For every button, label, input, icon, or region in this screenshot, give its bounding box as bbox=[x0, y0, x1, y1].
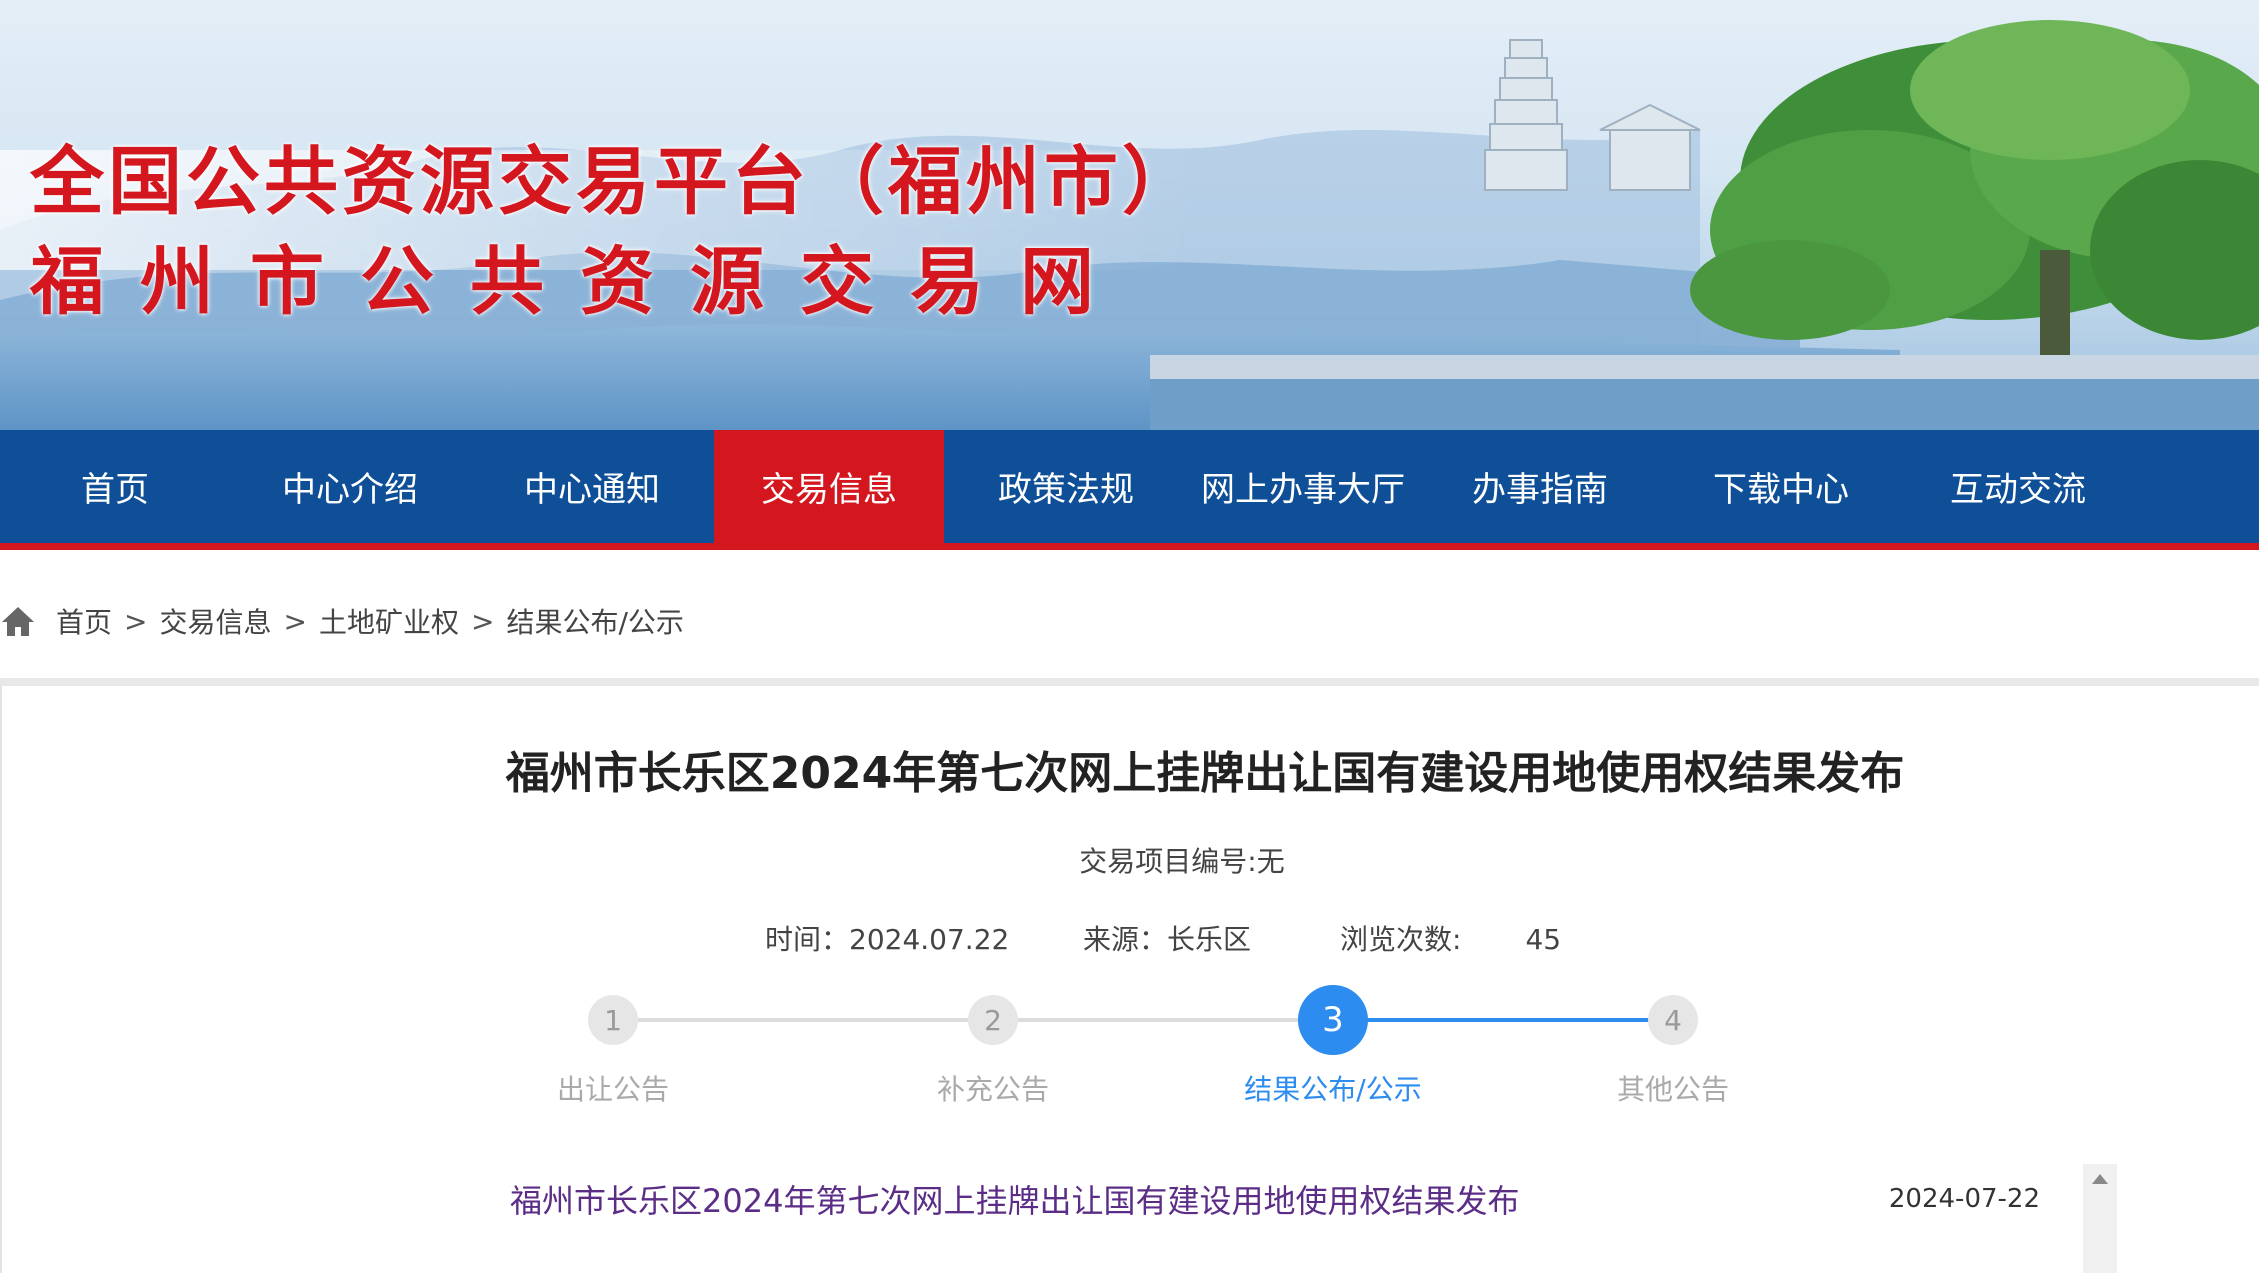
project-number: 交易项目编号:无 bbox=[1079, 845, 1285, 878]
nav-item-trade-info[interactable]: 交易信息 bbox=[714, 430, 944, 543]
nav-divider bbox=[0, 543, 2259, 550]
step-3-label[interactable]: 结果公布/公示 bbox=[1203, 1068, 1463, 1108]
step-2-circle[interactable]: 2 bbox=[968, 995, 1018, 1045]
view-count: 浏览次数: 45 bbox=[1340, 918, 1561, 958]
step-connector-active bbox=[1333, 1018, 1673, 1022]
nav-item-policy[interactable]: 政策法规 bbox=[944, 430, 1188, 543]
breadcrumb-results[interactable]: 结果公布/公示 bbox=[506, 601, 683, 641]
source: 来源：长乐区 bbox=[1083, 918, 1251, 958]
header-banner: 全国公共资源交易平台（福州市） 福州市公共资源交易网 bbox=[0, 0, 2259, 430]
time-label: 时间： bbox=[765, 923, 850, 956]
banner-title-line2: 福州市公共资源交易网 bbox=[30, 239, 1130, 325]
step-4-circle[interactable]: 4 bbox=[1648, 995, 1698, 1045]
nav-item-online-hall[interactable]: 网上办事大厅 bbox=[1188, 430, 1418, 543]
step-3-circle[interactable]: 3 bbox=[1298, 985, 1368, 1055]
home-icon[interactable] bbox=[0, 604, 36, 638]
list-item: 福州市长乐区2024年第七次网上挂牌出让国有建设用地使用权结果发布 2024-0… bbox=[510, 1174, 2040, 1224]
views-label: 浏览次数: bbox=[1340, 923, 1462, 956]
main-nav: 首页 中心介绍 中心通知 交易信息 政策法规 网上办事大厅 办事指南 下载中心 … bbox=[0, 430, 2259, 543]
source-value: 长乐区 bbox=[1167, 923, 1252, 956]
breadcrumb-separator: > bbox=[470, 604, 495, 638]
step-2-label[interactable]: 补充公告 bbox=[863, 1068, 1123, 1108]
breadcrumb-trade-info[interactable]: 交易信息 bbox=[159, 601, 271, 641]
breadcrumb-separator: > bbox=[283, 604, 307, 638]
breadcrumb-divider bbox=[0, 678, 2259, 686]
nav-item-home[interactable]: 首页 bbox=[0, 430, 230, 543]
breadcrumb-separator: > bbox=[124, 604, 148, 638]
views-value: 45 bbox=[1525, 923, 1562, 956]
scroll-up-icon[interactable] bbox=[2092, 1174, 2108, 1184]
publish-time: 时间：2024.07.22 bbox=[765, 918, 1009, 958]
nav-item-center-notice[interactable]: 中心通知 bbox=[470, 430, 714, 543]
list-item-date: 2024-07-22 bbox=[1888, 1184, 2040, 1214]
step-1-label[interactable]: 出让公告 bbox=[483, 1068, 743, 1108]
banner-title-line1: 全国公共资源交易平台（福州市） bbox=[30, 139, 1200, 225]
article-title: 福州市长乐区2024年第七次网上挂牌出让国有建设用地使用权结果发布 bbox=[505, 748, 1905, 799]
nav-item-guide[interactable]: 办事指南 bbox=[1418, 430, 1662, 543]
breadcrumb-land-mining[interactable]: 土地矿业权 bbox=[319, 601, 459, 641]
list-scrollbar[interactable] bbox=[2083, 1164, 2117, 1273]
nav-item-downloads[interactable]: 下载中心 bbox=[1662, 430, 1900, 543]
step-1-circle[interactable]: 1 bbox=[588, 995, 638, 1045]
source-label: 来源： bbox=[1083, 923, 1168, 956]
time-value: 2024.07.22 bbox=[849, 923, 1010, 956]
breadcrumb: 首页 > 交易信息 > 土地矿业权 > 结果公布/公示 bbox=[0, 594, 684, 648]
nav-item-interaction[interactable]: 互动交流 bbox=[1900, 430, 2136, 543]
step-4-label[interactable]: 其他公告 bbox=[1543, 1068, 1803, 1108]
list-item-link[interactable]: 福州市长乐区2024年第七次网上挂牌出让国有建设用地使用权结果发布 bbox=[510, 1176, 1519, 1222]
nav-item-center-intro[interactable]: 中心介绍 bbox=[230, 430, 470, 543]
breadcrumb-home[interactable]: 首页 bbox=[56, 601, 112, 641]
